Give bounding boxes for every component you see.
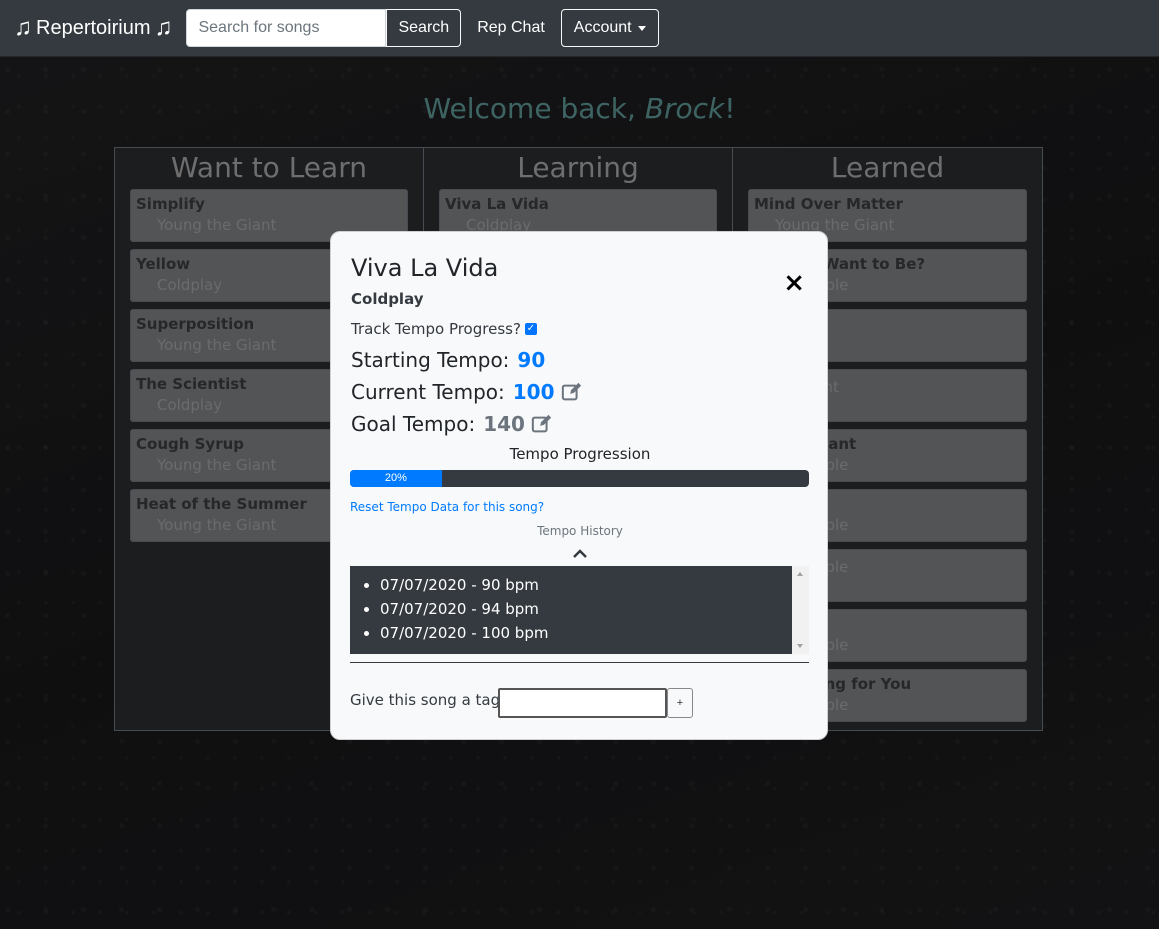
edit-icon[interactable] [531, 413, 553, 435]
reset-tempo-link[interactable]: Reset Tempo Data for this song? [350, 500, 544, 514]
tempo-history-list[interactable]: 07/07/2020 - 90 bpm 07/07/2020 - 94 bpm … [350, 566, 809, 654]
goal-tempo-label: Goal Tempo: [351, 412, 476, 436]
progress-title: Tempo Progression [509, 445, 651, 463]
modal-title: Viva La Vida [351, 254, 499, 282]
tempo-progress-bar: 20% [350, 470, 809, 487]
history-item: 07/07/2020 - 100 bpm [380, 623, 809, 647]
modal-artist: Coldplay [351, 290, 424, 308]
chevron-up-icon[interactable] [572, 547, 588, 559]
current-tempo-label: Current Tempo: [351, 380, 505, 404]
edit-icon[interactable] [561, 381, 583, 403]
rep-chat-link[interactable]: Rep Chat [477, 19, 545, 37]
progress-fill: 20% [350, 470, 442, 487]
scroll-up-arrow[interactable] [797, 572, 803, 576]
track-tempo-label: Track Tempo Progress? [351, 320, 521, 338]
goal-tempo-row: Goal Tempo: 140 [351, 412, 553, 436]
history-item: 07/07/2020 - 94 bpm [380, 599, 809, 623]
track-tempo-checkbox[interactable]: ✓ [524, 323, 537, 335]
chevron-down-icon [637, 25, 646, 31]
brand[interactable]: ♫ Repertoirium ♫ [14, 16, 172, 40]
divider [350, 662, 809, 663]
starting-tempo-value: 90 [517, 348, 546, 372]
brand-name: Repertoirium [36, 16, 151, 39]
current-tempo-value: 100 [512, 380, 555, 404]
history-title: Tempo History [537, 524, 623, 538]
navbar: ♫ Repertoirium ♫ Search Rep Chat Account [0, 0, 1159, 57]
song-modal: Viva La Vida × Coldplay Track Tempo Prog… [330, 231, 828, 740]
goal-tempo-value: 140 [483, 412, 525, 436]
tag-label: Give this song a tag [350, 691, 501, 709]
starting-tempo-label: Starting Tempo: [351, 348, 510, 372]
scrollbar[interactable] [792, 566, 809, 654]
scroll-down-arrow[interactable] [797, 644, 803, 648]
tag-input[interactable] [498, 688, 667, 718]
add-tag-button[interactable]: + [667, 688, 693, 718]
search-group: Search [186, 9, 462, 47]
history-item: 07/07/2020 - 90 bpm [380, 575, 809, 599]
search-input[interactable] [186, 9, 387, 47]
current-tempo-row: Current Tempo: 100 [351, 380, 583, 404]
music-note-icon: ♫ [14, 14, 32, 41]
starting-tempo-row: Starting Tempo: 90 [351, 348, 545, 372]
account-label: Account [573, 19, 632, 36]
music-note-icon: ♫ [154, 14, 173, 41]
account-dropdown[interactable]: Account [560, 9, 659, 47]
close-button[interactable]: × [783, 270, 805, 296]
search-button[interactable]: Search [386, 9, 462, 47]
track-tempo-row: Track Tempo Progress? ✓ [351, 320, 537, 338]
